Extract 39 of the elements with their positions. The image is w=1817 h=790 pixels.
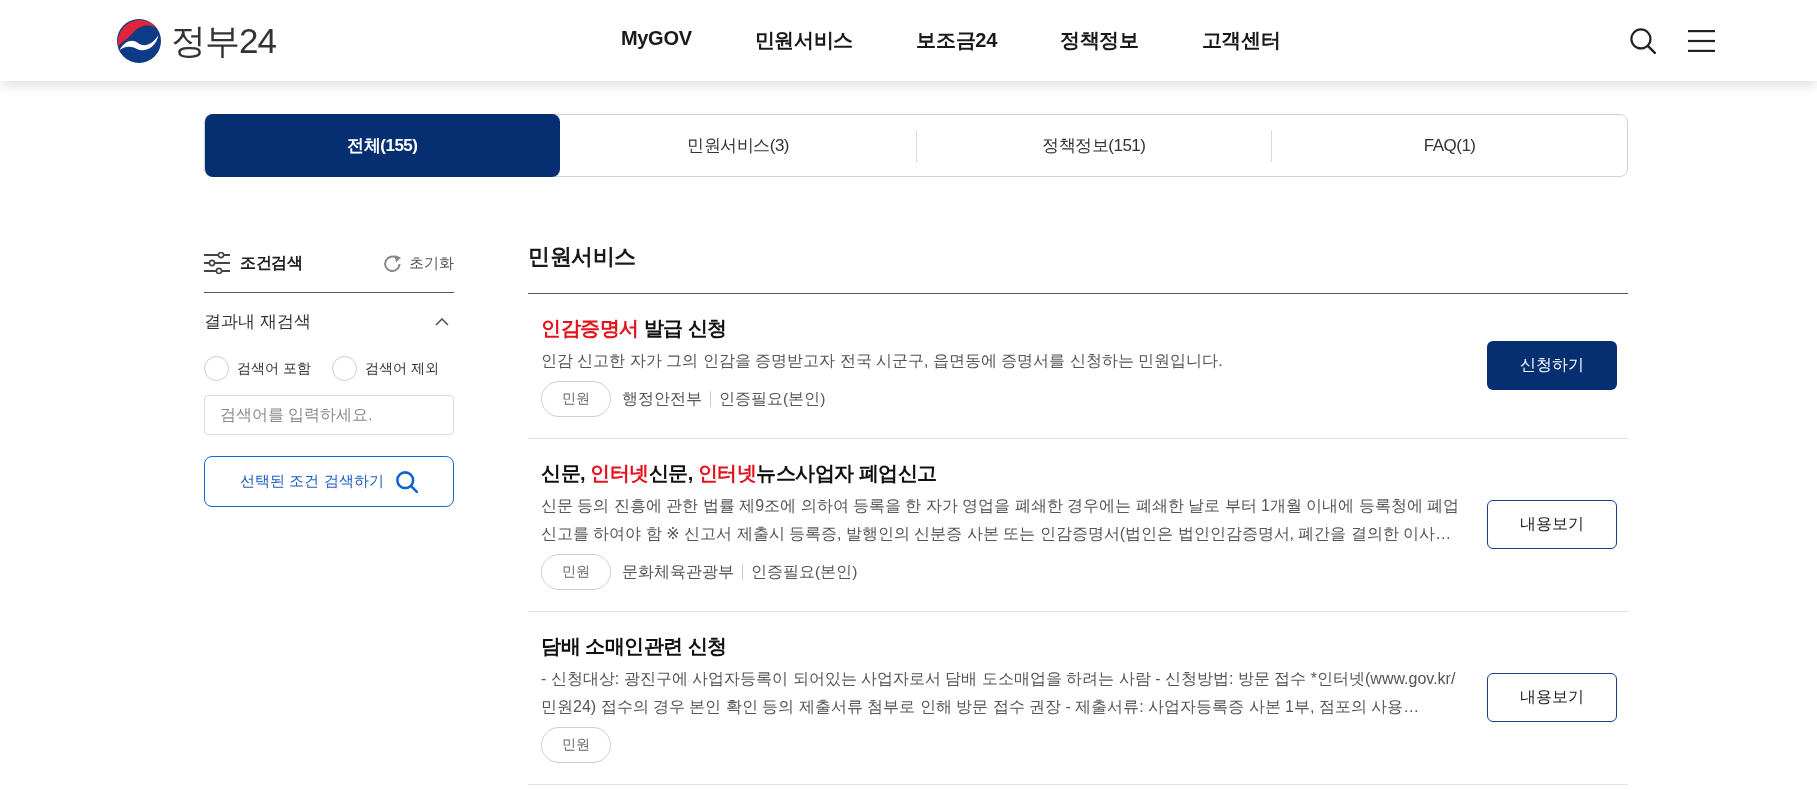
result-title[interactable]: 신문, 인터넷신문, 인터넷뉴스사업자 폐업신고 — [541, 459, 937, 487]
sliders-icon — [204, 252, 230, 274]
nav-link[interactable]: 보조금24 — [916, 27, 997, 54]
auth-requirement: 인증필요(본인) — [742, 564, 858, 580]
nav-link[interactable]: MyGOV — [620, 27, 692, 54]
radio-label[interactable]: 검색어 제외 — [364, 359, 439, 378]
radio-label[interactable]: 검색어 포함 — [237, 359, 311, 378]
nav-link[interactable]: 민원서비스 — [754, 27, 854, 54]
search-icon[interactable] — [1630, 27, 1656, 54]
nav-link[interactable]: 정책정보 — [1059, 27, 1139, 54]
logo-link[interactable]: 정부24 — [117, 18, 276, 63]
search-field[interactable]: 검색어를 입력하세요. — [204, 395, 454, 435]
result-description: 신문 등의 진흥에 관한 법률 제9조에 의하여 등록을 한 자가 영업을 폐쇄한 경우에는 폐쇄한 날로 부터 1개월 이내에 등록청에 폐업신고를 하여야 함 ※ 신고서 제출시 등록증, 발행인의 신분증 사본 또는 인감증명서(법인은 법인인감증명서, 폐간을 결의한 이사… — [541, 496, 1461, 544]
tab[interactable]: 민원서비스(3) — [560, 114, 916, 177]
filter-title: 조건검색 — [240, 252, 302, 273]
radio-button[interactable] — [204, 356, 229, 381]
auth-requirement: 인증필요(본인) — [710, 391, 826, 407]
section-toggle[interactable]: 결과내 재검색 — [204, 308, 454, 336]
section-heading: 민원서비스 — [528, 239, 1628, 294]
tab[interactable]: FAQ(1) — [1272, 114, 1627, 177]
refresh-icon — [383, 253, 402, 273]
radio-button[interactable] — [331, 356, 357, 381]
tab[interactable]: 전체(155) — [205, 114, 560, 177]
reset-button[interactable]: 초기화 — [383, 253, 454, 273]
result-description: - 신청대상: 광진구에 사업자등록이 되어있는 사업자로서 담배 도소매업을 하려는 사람 - 신청방법: 방문 접수 *인터넷(www.gov.kr/민원24) 접수의 경우 본인 확인 등의 제출서류 첨부로 인해 방문 접수 권장 - 제출서류: 사업자등록증 사본 1부, 점포의 사용… — [541, 669, 1457, 717]
nav-link[interactable]: 고객센터 — [1201, 27, 1281, 54]
search-submit-button[interactable]: 선택된 조건 검색하기 — [204, 456, 454, 507]
emblem-icon[interactable] — [117, 18, 161, 63]
menu-icon[interactable] — [1688, 29, 1715, 52]
agency-name: 문화체육관광부 — [622, 561, 734, 582]
action-button[interactable]: 내용보기 — [1487, 673, 1617, 722]
search-icon — [395, 470, 418, 493]
result-description: 인감 신고한 자가 그의 인감을 증명받고자 전국 시군구, 읍면동에 증명서를 신청하는 민원입니다. — [541, 351, 1224, 371]
action-button[interactable]: 신청하기 — [1487, 341, 1617, 390]
tab[interactable]: 정책정보(151) — [916, 114, 1272, 177]
agency-name: 행정안전부 — [622, 388, 702, 409]
result-title[interactable]: 인감증명서 발급 신청 — [541, 314, 727, 342]
result-title[interactable]: 담배 소매인관련 신청 — [541, 632, 727, 660]
action-button[interactable]: 내용보기 — [1487, 500, 1617, 549]
